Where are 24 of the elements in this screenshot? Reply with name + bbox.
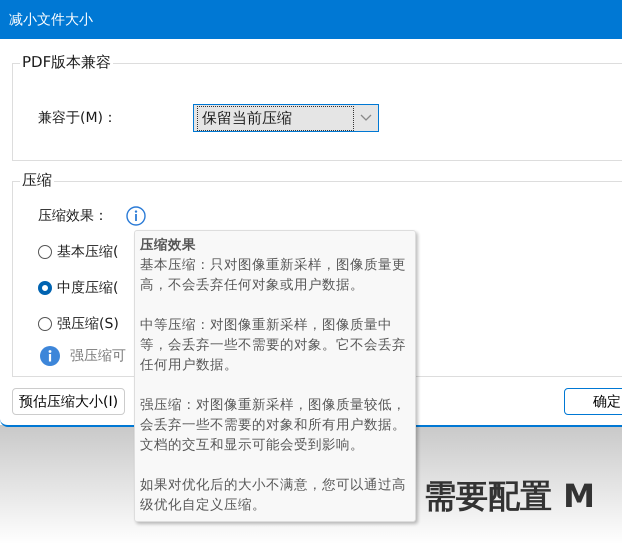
- info-icon: [40, 346, 60, 366]
- estimate-button[interactable]: 预估压缩大小(I): [12, 388, 126, 415]
- field-label: 兼容于(M)：: [38, 109, 118, 127]
- radio-button[interactable]: [38, 281, 52, 295]
- tooltip-paragraph: 基本压缩：只对图像重新采样，图像质量更高，不会丢弃任何对象或用户数据。: [140, 256, 407, 295]
- group-title: 压缩: [20, 171, 54, 190]
- radio-label[interactable]: 基本压缩(: [57, 243, 118, 261]
- window-title: 减小文件大小: [9, 10, 93, 28]
- tooltip-paragraph: 如果对优化后的大小不满意，您可以通过高级优化自定义压缩。: [140, 476, 407, 515]
- tooltip-paragraph: 中等压缩：对图像重新采样，图像质量中等，会丢弃一些不需要的对象。它不会丢弃任何用户数据。: [140, 316, 407, 375]
- tooltip-paragraph: 强压缩：对图像重新采样，图像质量较低，会丢弃一些不需要的对象和所有用户数据。文档的交互和显示可能会受到影响。: [140, 396, 407, 455]
- radio-label[interactable]: 强压缩(S): [57, 315, 119, 333]
- page-heading: 需要配置 M: [424, 476, 595, 517]
- field-label: 压缩效果：: [38, 207, 108, 225]
- compatibility-dropdown[interactable]: 保留当前压缩: [193, 104, 379, 132]
- ok-button[interactable]: 确定: [564, 388, 622, 415]
- chevron-down-icon: [360, 114, 372, 122]
- note-text: 强压缩可: [70, 347, 126, 365]
- group-title: PDF版本兼容: [20, 53, 114, 72]
- radio-button[interactable]: [38, 317, 52, 331]
- radio-button[interactable]: [38, 245, 52, 259]
- info-icon[interactable]: [126, 206, 146, 226]
- radio-label[interactable]: 中度压缩(: [57, 279, 118, 297]
- tooltip-title: 压缩效果: [140, 236, 197, 255]
